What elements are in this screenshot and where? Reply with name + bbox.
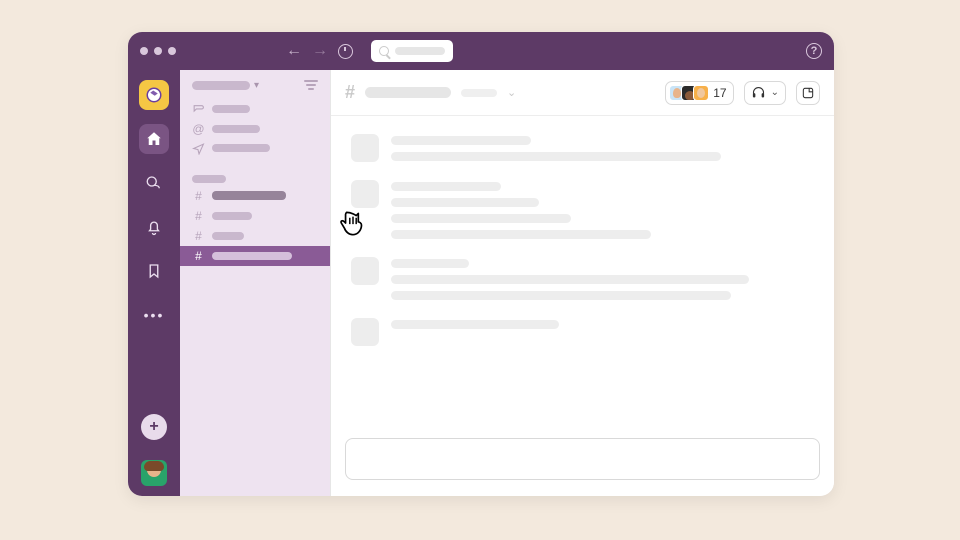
message-composer[interactable] <box>345 438 820 480</box>
sidebar-item-label <box>212 105 250 113</box>
user-avatar[interactable] <box>141 460 167 486</box>
titlebar: ← → ? <box>128 32 834 70</box>
history-button[interactable] <box>338 44 353 59</box>
search-icon <box>379 46 389 56</box>
channel-topic[interactable] <box>461 89 497 97</box>
chevron-down-icon: ⌄ <box>771 87 779 98</box>
main: # ⌄ 17 ⌄ <box>330 70 834 496</box>
dm-icon <box>145 174 163 192</box>
message-avatar[interactable] <box>351 134 379 162</box>
chevron-down-icon: ⌄ <box>507 86 516 99</box>
sidebar-item-label <box>212 252 292 260</box>
message-avatar[interactable] <box>351 180 379 208</box>
nav-dms[interactable] <box>139 168 169 198</box>
message-text-line <box>391 291 731 300</box>
nav-activity[interactable] <box>139 212 169 242</box>
chevron-down-icon: ▾ <box>254 80 259 91</box>
sidebar-channel-3[interactable]: # <box>180 246 330 266</box>
message-text-line <box>391 152 721 161</box>
headphones-icon <box>751 85 766 100</box>
message-avatar[interactable] <box>351 257 379 285</box>
search-placeholder <box>395 47 445 55</box>
message-row[interactable] <box>351 257 814 300</box>
sidebar-channel-0[interactable]: # <box>180 186 330 206</box>
message-row[interactable] <box>351 134 814 162</box>
nav-controls: ← → <box>286 40 453 62</box>
home-icon <box>145 130 163 148</box>
sidebar-item-label <box>212 212 252 220</box>
workspace-name[interactable] <box>192 81 250 90</box>
bell-icon <box>145 218 163 236</box>
message-text-line <box>391 198 539 207</box>
message-list <box>331 116 834 438</box>
hash-icon: # <box>192 189 205 203</box>
sidebar-channel-1[interactable]: # <box>180 206 330 226</box>
message-text-line <box>391 136 531 145</box>
bookmark-icon <box>145 262 163 280</box>
message-text-line <box>391 214 571 223</box>
help-button[interactable]: ? <box>806 43 822 59</box>
app-window: ← → ? •• <box>128 32 834 496</box>
message-row[interactable] <box>351 180 814 239</box>
mentions-icon: @ <box>192 122 205 136</box>
hash-icon: # <box>192 229 205 243</box>
back-button[interactable]: ← <box>286 43 302 59</box>
hash-icon: # <box>192 209 205 223</box>
nav-more[interactable]: ••• <box>139 300 169 330</box>
nav-later[interactable] <box>139 256 169 286</box>
message-text-line <box>391 230 651 239</box>
huddle-button[interactable]: ⌄ <box>744 81 786 105</box>
nav-rail: ••• + <box>128 70 180 496</box>
sidebar-item-label <box>212 191 286 200</box>
forward-button[interactable]: → <box>312 43 328 59</box>
avatar <box>693 85 709 101</box>
members-count: 17 <box>713 86 726 100</box>
drafts-icon <box>192 142 205 155</box>
sidebar-channel-2[interactable]: # <box>180 226 330 246</box>
sidebar-item-label <box>212 144 270 152</box>
message-avatar[interactable] <box>351 318 379 346</box>
maximize-window[interactable] <box>168 47 176 55</box>
more-icon: ••• <box>144 307 165 323</box>
minimize-window[interactable] <box>154 47 162 55</box>
window-controls <box>140 47 176 55</box>
workspace-logo-icon <box>145 86 163 104</box>
sidebar-item-drafts[interactable] <box>180 139 330 158</box>
member-avatars <box>669 85 709 101</box>
threads-icon <box>192 103 205 116</box>
canvas-icon <box>801 86 815 100</box>
message-text-line <box>391 182 501 191</box>
sidebar-item-label <box>212 232 244 240</box>
message-text-line <box>391 259 469 268</box>
sidebar-item-mentions[interactable]: @ <box>180 119 330 139</box>
message-text-line <box>391 320 559 329</box>
close-window[interactable] <box>140 47 148 55</box>
nav-home[interactable] <box>139 124 169 154</box>
sidebar-item-threads[interactable] <box>180 100 330 119</box>
filter-button[interactable] <box>304 80 318 92</box>
sidebar-section-header[interactable] <box>180 172 330 186</box>
message-row[interactable] <box>351 318 814 346</box>
channel-header: # ⌄ 17 ⌄ <box>331 70 834 116</box>
sidebar: ▾ @ # # # # <box>180 70 330 496</box>
hash-icon: # <box>192 249 205 263</box>
workspace-switcher[interactable] <box>139 80 169 110</box>
message-text-line <box>391 275 749 284</box>
members-button[interactable]: 17 <box>665 81 733 105</box>
search-input[interactable] <box>371 40 453 62</box>
canvas-button[interactable] <box>796 81 820 105</box>
channel-name[interactable] <box>365 87 451 98</box>
hash-icon: # <box>345 82 355 103</box>
sidebar-item-label <box>212 125 260 133</box>
add-button[interactable]: + <box>141 414 167 440</box>
